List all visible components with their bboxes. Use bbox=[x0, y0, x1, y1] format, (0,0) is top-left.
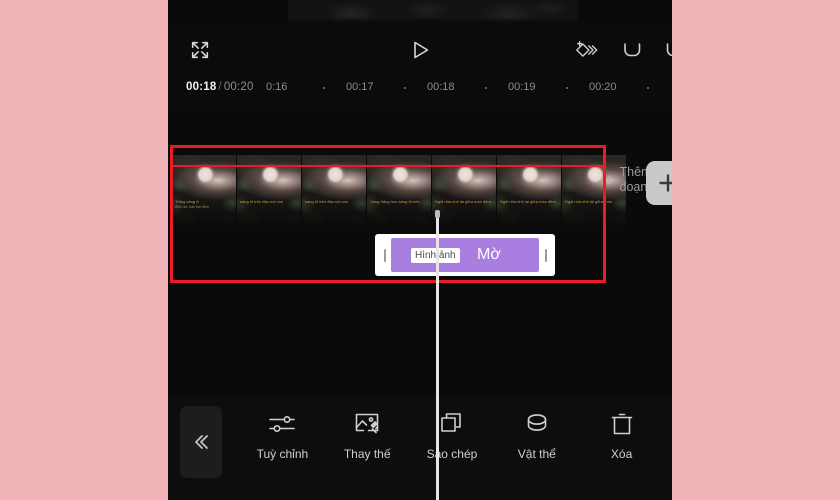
play-triangle-icon[interactable] bbox=[403, 33, 437, 67]
thumbnail-ground bbox=[497, 204, 561, 230]
thumbnail-caption: Vầng trăng tròn sáng tỏ trên bbox=[370, 198, 420, 204]
thumbnail-ground bbox=[562, 204, 626, 230]
thumbnail-caption: sáng tỏ trên đầu núi cao bbox=[305, 198, 348, 204]
clip-trim-handle-right[interactable] bbox=[539, 234, 552, 276]
tool-label: Sao chép bbox=[426, 447, 478, 461]
playhead-knob[interactable] bbox=[435, 210, 440, 218]
copy-duplicate-icon bbox=[439, 407, 465, 441]
tool-xoa[interactable]: Xóa bbox=[582, 407, 662, 461]
ruler-ticks: 0:16 00:17 00:18 00:19 00:20 bbox=[266, 81, 666, 97]
tool-label: Xóa bbox=[610, 447, 633, 461]
fullscreen-expand-icon[interactable] bbox=[183, 33, 217, 67]
phone-screen: 00:18/00:20 0:16 00:17 00:18 00:19 00:20 Tră… bbox=[168, 0, 672, 500]
ruler-tick-label: 0:16 bbox=[266, 81, 288, 93]
annotation-highlight-line bbox=[172, 165, 604, 167]
ruler-tick-label: 00:20 bbox=[589, 81, 617, 93]
tool-label: Thay thế bbox=[343, 447, 391, 461]
tool-tuy-chinh[interactable]: Tuỳ chỉnh bbox=[242, 407, 322, 461]
ruler-tick-label: 00:17 bbox=[346, 81, 374, 93]
current-time: 00:18 bbox=[186, 81, 217, 93]
thumbnail-caption: Ngôi nhà nhỏ lại giữa màn đêm bbox=[500, 198, 556, 204]
total-time: 00:20 bbox=[223, 81, 254, 93]
thumbnail-ground bbox=[432, 204, 496, 230]
top-toolbar bbox=[168, 25, 672, 73]
thumbnail-caption-secondary: đỉnh núi, bầu trời đêm bbox=[175, 205, 210, 209]
video-preview[interactable] bbox=[288, 0, 578, 25]
time-ruler[interactable]: 00:18/00:20 0:16 00:17 00:18 00:19 00:20 bbox=[168, 73, 672, 107]
thumbnail-caption: sáng tỏ trên đầu núi cao bbox=[240, 198, 283, 204]
tool-list: Tuỳ chỉnh Thay thế Sao chép Vật thể Xóa bbox=[240, 407, 664, 461]
time-separator: / bbox=[218, 81, 222, 93]
tool-thay-the[interactable]: Thay thế bbox=[327, 407, 407, 461]
thumbnail-caption: Trăng sáng ở bbox=[175, 198, 199, 204]
timecode-display: 00:18/00:20 bbox=[186, 81, 254, 93]
tool-sao-chep[interactable]: Sao chép bbox=[412, 407, 492, 461]
replace-image-icon bbox=[353, 407, 381, 441]
thumbnail-caption: Ngôi nhà nhỏ lại giữa màn đêm bbox=[435, 198, 491, 204]
ruler-tick-dot bbox=[404, 87, 406, 89]
timeline-body[interactable]: Trăng sáng ở đỉnh núi, bầu trời đêm sáng t… bbox=[168, 107, 672, 500]
ruler-tick-dot bbox=[485, 87, 487, 89]
tool-label: Tuỳ chỉnh bbox=[256, 447, 309, 461]
bottom-toolbar: Tuỳ chỉnh Thay thế Sao chép Vật thể Xóa bbox=[168, 395, 672, 500]
add-clip-button[interactable] bbox=[646, 161, 672, 205]
add-keyframe-icon[interactable] bbox=[569, 33, 603, 67]
ruler-tick-label: 00:19 bbox=[508, 81, 536, 93]
object-cylinder-icon bbox=[523, 407, 551, 441]
screenshot-root: 00:18/00:20 0:16 00:17 00:18 00:19 00:20 Tră… bbox=[0, 0, 840, 500]
thumbnail-caption: Ngôi nhà nhỏ lại giữa màn bbox=[565, 198, 612, 204]
ruler-tick-dot bbox=[566, 87, 568, 89]
playhead[interactable] bbox=[435, 210, 440, 500]
sliders-adjust-icon bbox=[267, 407, 297, 441]
sticker-clip-body[interactable]: Hình ảnh Mờ bbox=[391, 238, 539, 272]
ruler-tick-dot bbox=[323, 87, 325, 89]
sticker-clip[interactable]: Hình ảnh Mờ bbox=[375, 234, 555, 276]
sticker-effect-label: Mờ bbox=[477, 246, 501, 263]
tool-label: Vật thể bbox=[517, 447, 556, 461]
thumbnail-ground bbox=[367, 204, 431, 230]
collapse-panel-button[interactable] bbox=[180, 406, 222, 478]
redo-arrow-icon[interactable] bbox=[658, 33, 672, 67]
undo-arrow-icon[interactable] bbox=[615, 33, 649, 67]
chevron-double-left-icon bbox=[195, 435, 208, 449]
ruler-tick-label: 00:18 bbox=[427, 81, 455, 93]
small-plus-icon: + bbox=[604, 170, 615, 190]
tool-vat-the[interactable]: Vật thể bbox=[497, 407, 577, 461]
ruler-tick-dot bbox=[647, 87, 649, 89]
thumbnail-ground bbox=[237, 204, 301, 230]
trash-delete-icon bbox=[609, 407, 635, 441]
clip-trim-handle-left[interactable] bbox=[378, 234, 391, 276]
thumbnail-ground bbox=[302, 204, 366, 230]
plus-icon bbox=[659, 174, 672, 192]
